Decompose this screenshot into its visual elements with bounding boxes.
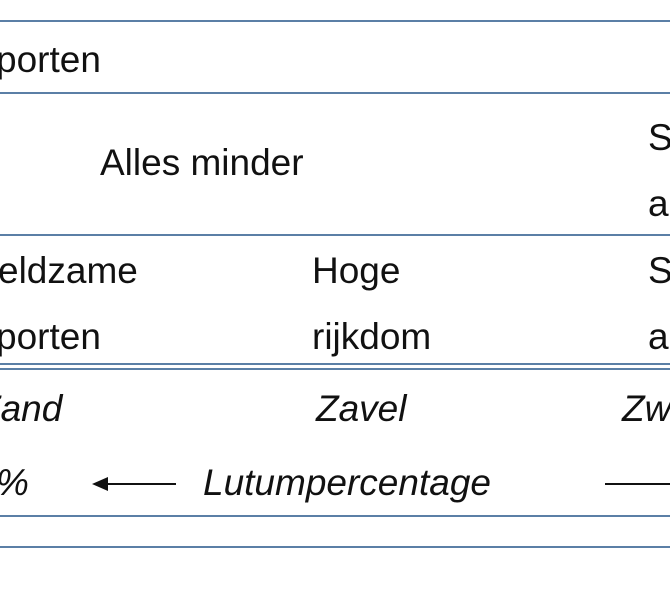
row3-col1-line2: porten [0,316,101,357]
soil-zand: Zand [0,388,63,429]
row3-col1-line1: eldzame [0,250,138,291]
table-rule [0,363,670,365]
table-rule [0,546,670,548]
axis-left-value: % [0,463,29,503]
row3-col3-line2: a [648,316,669,357]
table-rule [0,368,670,370]
row1-col1-text: porten [0,39,101,80]
arrow-right-line [605,483,670,485]
table-rule [0,234,670,236]
table-rule [0,515,670,517]
row2-col3-line1: S [648,117,670,158]
soil-zware-klei: Zw [622,388,670,429]
soil-zavel: Zavel [316,388,407,429]
table-rule [0,92,670,94]
lutumpercentage-label: Lutumpercentage [203,462,491,503]
table-rule [0,20,670,22]
row2-col2-text: Alles minder [100,142,304,183]
row2-col3-line2: a [648,183,669,224]
row3-col3-line1: S [648,250,670,291]
row3-col2-line2: rijkdom [312,316,432,357]
row3-col2-line1: Hoge [312,250,401,291]
